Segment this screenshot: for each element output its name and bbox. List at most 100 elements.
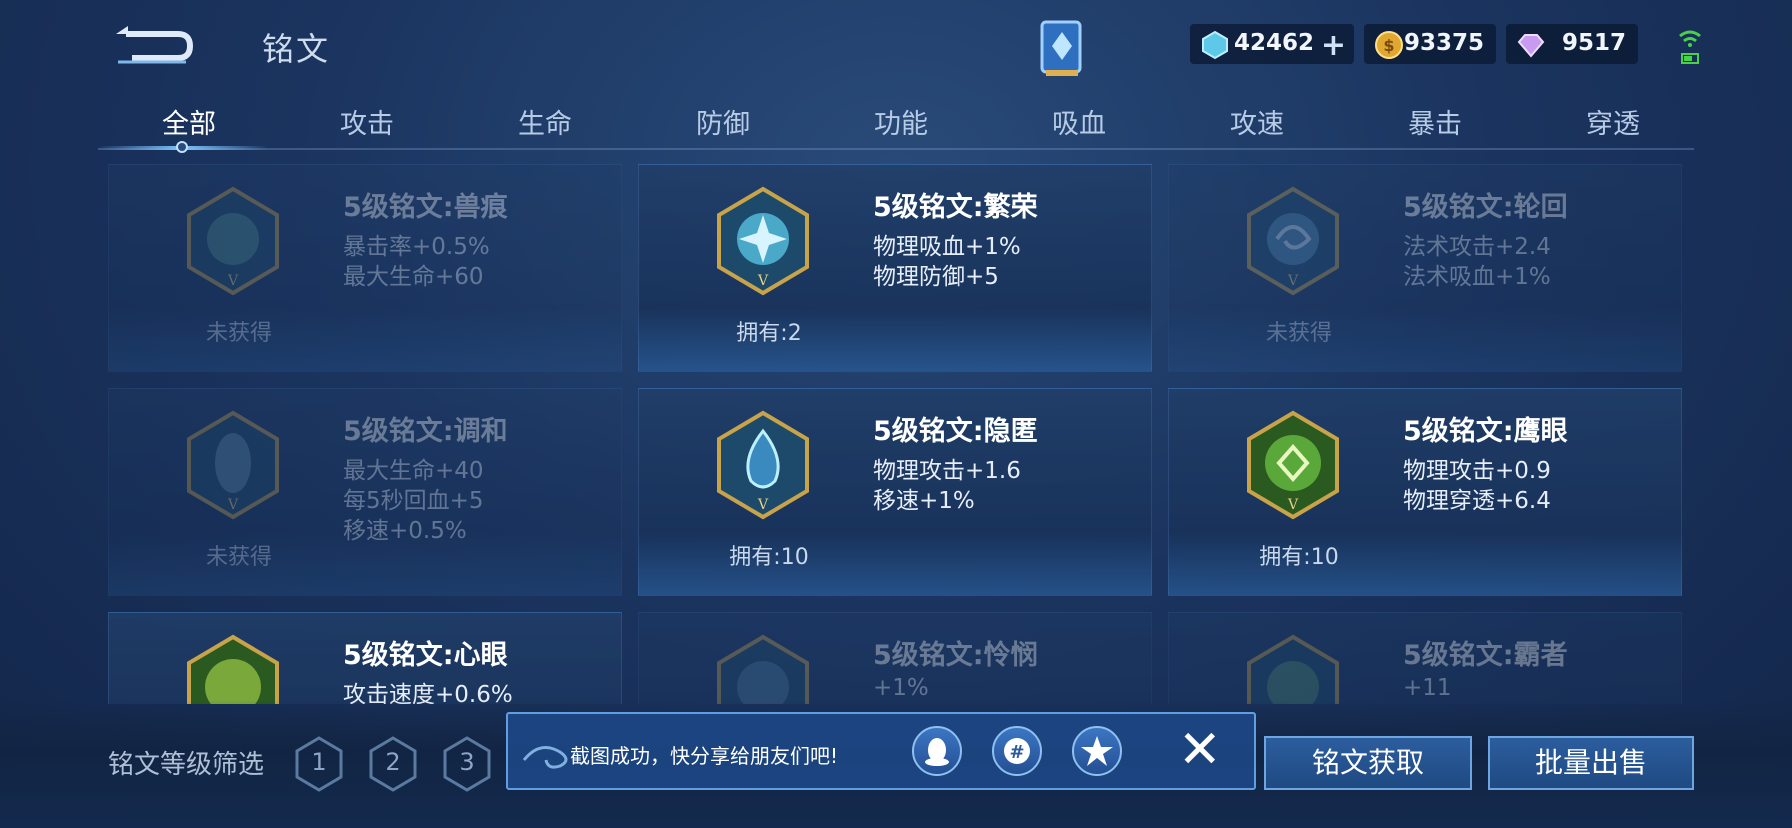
rune-stat: 最大生命+40 (343, 458, 484, 484)
rune-stat: 物理穿透+6.4 (1403, 488, 1551, 514)
rune-stat: 每5秒回血+5 (343, 488, 484, 514)
tab-defense[interactable]: 防御 (634, 102, 812, 141)
level-number: 3 (459, 748, 475, 776)
toast-message: 截图成功，快分享给朋友们吧! (570, 744, 839, 768)
rune-stat: 最大生命+60 (343, 264, 484, 290)
rune-emblem-icon (717, 634, 809, 704)
rune-card[interactable]: V 5级铭文:繁荣 物理吸血+1% 物理防御+5 拥有:2 (638, 164, 1152, 372)
rune-emblem-icon: V (717, 186, 809, 296)
rune-name: 5级铭文:霸者 (1403, 640, 1568, 671)
close-icon[interactable]: ✕ (1178, 720, 1222, 780)
hash-icon: # (1004, 738, 1030, 764)
wifi-battery-icon (1679, 30, 1701, 64)
rune-status: 拥有:10 (1259, 545, 1339, 570)
tab-penetration[interactable]: 穿透 (1524, 102, 1702, 141)
svg-text:V: V (757, 497, 769, 513)
rune-name: 5级铭文:心眼 (343, 640, 508, 671)
purple-gem-icon (1517, 34, 1545, 58)
rune-stat: +11 (1403, 675, 1452, 701)
svg-text:V: V (757, 273, 769, 289)
qq-share-button[interactable] (912, 726, 962, 776)
rune-card[interactable]: V 5级铭文:调和 最大生命+40 每5秒回血+5 移速+0.5% 未获得 (108, 388, 622, 596)
level-number: 1 (311, 748, 327, 776)
tab-function[interactable]: 功能 (812, 102, 990, 141)
diamond-icon (1202, 30, 1228, 60)
rune-emblem-icon (1247, 634, 1339, 704)
rune-emblem-icon: V (1247, 186, 1339, 296)
obtain-runes-button[interactable]: 铭文获取 (1264, 736, 1472, 790)
rune-stat: 物理攻击+0.9 (1403, 458, 1551, 484)
svg-text:V: V (227, 273, 239, 289)
star-icon (1081, 736, 1113, 766)
rune-name: 5级铭文:怜悯 (873, 640, 1038, 671)
gold-coin-icon: $ (1375, 31, 1403, 59)
rune-emblem-icon: V (187, 410, 279, 520)
tab-attack-speed[interactable]: 攻速 (1168, 102, 1346, 141)
diamond-count: 42462 (1233, 30, 1314, 56)
rune-name: 5级铭文:隐匿 (873, 416, 1038, 447)
rune-stat: 法术吸血+1% (1403, 264, 1551, 290)
tab-health[interactable]: 生命 (456, 102, 634, 141)
gold-currency: $ 93375 (1364, 24, 1496, 64)
share-toast: 截图成功，快分享给朋友们吧! # ✕ (506, 712, 1256, 790)
rune-card[interactable]: V 5级铭文:兽痕 暴击率+0.5% 最大生命+60 未获得 (108, 164, 622, 372)
qq-icon (925, 738, 949, 766)
rune-card[interactable]: V 5级铭文:隐匿 物理攻击+1.6 移速+1% 拥有:10 (638, 388, 1152, 596)
rune-card[interactable]: 5级铭文:霸者 +11 (1168, 612, 1682, 704)
page-title: 铭文 (262, 30, 331, 68)
rune-card[interactable]: V 5级铭文:心眼 攻击速度+0.6% (108, 612, 622, 704)
rune-emblem-icon: V (1247, 410, 1339, 520)
rune-emblem-icon: V (187, 634, 279, 704)
tab-all[interactable]: 全部 (100, 102, 278, 141)
level-number: 2 (385, 748, 401, 776)
level-filter-3[interactable]: 3 (442, 736, 492, 792)
wechat-share-button[interactable]: # (992, 726, 1042, 776)
rune-stat: +1% (873, 675, 929, 701)
rune-status: 未获得 (205, 321, 272, 346)
tab-attack[interactable]: 攻击 (278, 102, 456, 141)
rune-stat: 物理吸血+1% (873, 234, 1021, 260)
level-filter-2[interactable]: 2 (368, 736, 418, 792)
rune-book-icon[interactable] (1032, 16, 1092, 80)
svg-text:V: V (1287, 273, 1299, 289)
rune-status: 未获得 (205, 545, 272, 570)
rune-emblem-icon: V (187, 186, 279, 296)
gold-count: 93375 (1403, 30, 1484, 56)
tabs-divider (98, 148, 1694, 150)
rune-name: 5级铭文:轮回 (1403, 192, 1568, 223)
add-diamond-button[interactable]: + (1321, 28, 1346, 63)
rune-card[interactable]: V 5级铭文:轮回 法术攻击+2.4 法术吸血+1% 未获得 (1168, 164, 1682, 372)
rune-name: 5级铭文:兽痕 (343, 192, 508, 223)
diamond-currency: 42462 + (1190, 24, 1354, 64)
svg-text:#: # (1009, 742, 1024, 763)
rune-card[interactable]: V 5级铭文:鹰眼 物理攻击+0.9 物理穿透+6.4 拥有:10 (1168, 388, 1682, 596)
level-filter-label: 铭文等级筛选 (108, 750, 265, 780)
rune-stat: 法术攻击+2.4 (1403, 234, 1551, 260)
rune-status: 拥有:10 (729, 545, 809, 570)
gem-count: 9517 (1561, 30, 1626, 56)
rune-stat: 移速+1% (873, 488, 975, 514)
emblem-core (207, 213, 259, 265)
rune-name: 5级铭文:鹰眼 (1403, 416, 1568, 447)
rune-emblem-icon: V (717, 410, 809, 520)
level-filter-1[interactable]: 1 (294, 736, 344, 792)
qzone-share-button[interactable] (1072, 726, 1122, 776)
rune-stat: 移速+0.5% (343, 518, 467, 544)
rune-name: 5级铭文:繁荣 (873, 192, 1038, 223)
rune-stat: 物理攻击+1.6 (873, 458, 1021, 484)
gem-currency: 9517 (1506, 24, 1638, 64)
rune-name: 5级铭文:调和 (343, 416, 508, 447)
rune-stat: 暴击率+0.5% (343, 234, 490, 260)
tab-lifesteal[interactable]: 吸血 (990, 102, 1168, 141)
bulk-sell-button[interactable]: 批量出售 (1488, 736, 1694, 790)
active-tab-dot (176, 141, 188, 153)
rune-stat: 物理防御+5 (873, 264, 999, 290)
svg-text:V: V (1287, 497, 1299, 513)
rune-card[interactable]: 5级铭文:怜悯 +1% (638, 612, 1152, 704)
category-tabs: 全部 攻击 生命 防御 功能 吸血 攻速 暴击 穿透 (100, 96, 1700, 150)
tab-crit[interactable]: 暴击 (1346, 102, 1524, 141)
rune-grid: V 5级铭文:兽痕 暴击率+0.5% 最大生命+60 未获得 V 5级铭文:繁荣… (108, 164, 1684, 704)
back-arrow-icon[interactable] (112, 20, 196, 70)
rune-status: 未获得 (1265, 321, 1332, 346)
svg-text:V: V (227, 497, 239, 513)
